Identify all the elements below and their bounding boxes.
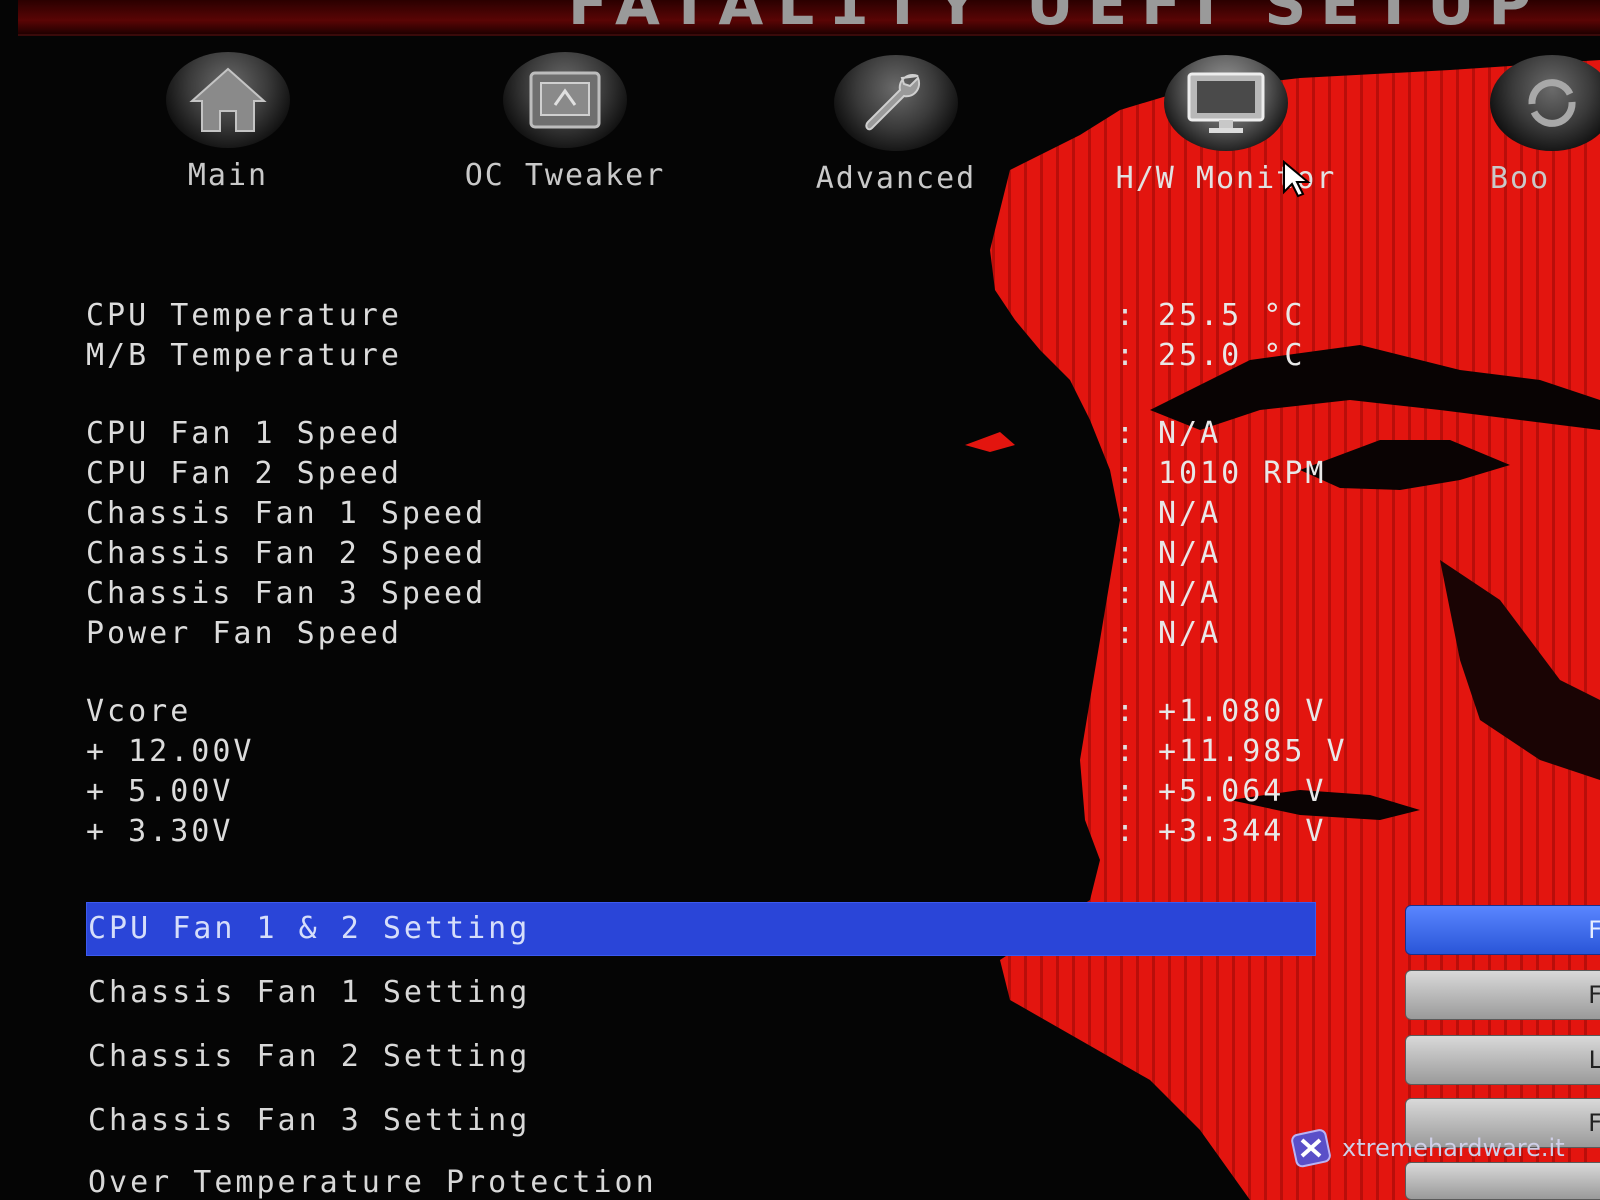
setting-cpu-fan-1-2[interactable]: CPU Fan 1 & 2 Setting <box>86 902 1316 956</box>
row-separator: : <box>1116 416 1138 451</box>
oc-tweaker-icon <box>503 52 627 148</box>
row-value: 25.0 °C <box>1158 338 1306 373</box>
side-button-glyph: F <box>1588 1109 1600 1137</box>
row-label: Power Fan Speed <box>86 616 402 651</box>
row-value: +11.985 V <box>1158 734 1348 769</box>
row-value: N/A <box>1158 496 1222 531</box>
row-value: N/A <box>1158 416 1222 451</box>
row-separator: : <box>1116 814 1138 849</box>
side-button-glyph: F <box>1588 916 1600 944</box>
row-separator: : <box>1116 338 1138 373</box>
tab-oc-tweaker-label: OC Tweaker <box>464 158 666 193</box>
monitor-row-cpu-temperature: CPU Temperature : 25.5 °C <box>86 298 1386 334</box>
tab-oc-tweaker[interactable]: OC Tweaker <box>460 52 670 193</box>
row-label: + 3.30V <box>86 814 234 849</box>
tab-main-label: Main <box>187 158 269 193</box>
row-separator: : <box>1116 496 1138 531</box>
row-separator: : <box>1116 298 1138 333</box>
row-value: 25.5 °C <box>1158 298 1306 333</box>
monitor-row-3v3: + 3.30V : +3.344 V <box>86 814 1386 850</box>
row-separator: : <box>1116 694 1138 729</box>
setting-over-temperature-protection[interactable]: Over Temperature Protection <box>86 1156 1316 1200</box>
setting-chassis-fan-3[interactable]: Chassis Fan 3 Setting <box>86 1094 1316 1148</box>
title-bar: FATAL1TY UEFI SETUP <box>18 0 1600 36</box>
watermark-text: xtremehardware.it <box>1342 1134 1565 1162</box>
monitor-row-cpu-fan-1: CPU Fan 1 Speed : N/A <box>86 416 1386 452</box>
row-label: CPU Fan 1 Speed <box>86 416 402 451</box>
tab-advanced-label: Advanced <box>815 161 977 196</box>
row-label: + 12.00V <box>86 734 255 769</box>
row-label: + 5.00V <box>86 774 234 809</box>
row-label: CPU Fan 2 Speed <box>86 456 402 491</box>
monitor-row-power-fan: Power Fan Speed : N/A <box>86 616 1386 652</box>
side-button-glyph: F <box>1588 981 1600 1009</box>
monitor-row-12v: + 12.00V : +11.985 V <box>86 734 1386 770</box>
row-label: Chassis Fan 3 Speed <box>86 576 487 611</box>
side-button-glyph: L <box>1588 1046 1600 1074</box>
monitor-row-5v: + 5.00V : +5.064 V <box>86 774 1386 810</box>
setting-chassis-fan-2[interactable]: Chassis Fan 2 Setting <box>86 1030 1316 1084</box>
row-separator: : <box>1116 456 1138 491</box>
row-value: +1.080 V <box>1158 694 1327 729</box>
row-separator: : <box>1116 576 1138 611</box>
bios-screen: FATAL1TY UEFI SETUP Main OC Tweaker Adva… <box>0 0 1600 1200</box>
monitor-row-cpu-fan-2: CPU Fan 2 Speed : 1010 RPM <box>86 456 1386 492</box>
monitor-row-chassis-fan-2: Chassis Fan 2 Speed : N/A <box>86 536 1386 572</box>
monitor-row-vcore: Vcore : +1.080 V <box>86 694 1386 730</box>
tab-main[interactable]: Main <box>166 52 290 193</box>
mouse-cursor-icon <box>1283 160 1311 198</box>
side-button-3[interactable]: L <box>1405 1035 1600 1085</box>
boot-icon <box>1490 55 1600 151</box>
row-label: Vcore <box>86 694 192 729</box>
row-label: Chassis Fan 1 Speed <box>86 496 487 531</box>
monitor-row-mb-temperature: M/B Temperature : 25.0 °C <box>86 338 1386 374</box>
setting-chassis-fan-1[interactable]: Chassis Fan 1 Setting <box>86 966 1316 1020</box>
row-value: N/A <box>1158 616 1222 651</box>
row-label: M/B Temperature <box>86 338 402 373</box>
row-separator: : <box>1116 734 1138 769</box>
side-button-2[interactable]: F <box>1405 970 1600 1020</box>
home-icon <box>166 52 290 148</box>
watermark: xtremehardware.it <box>1290 1128 1565 1168</box>
row-label: CPU Temperature <box>86 298 402 333</box>
page-title: FATAL1TY UEFI SETUP <box>568 0 1546 36</box>
monitor-icon <box>1164 55 1288 151</box>
row-label: Chassis Fan 2 Speed <box>86 536 487 571</box>
row-value: N/A <box>1158 576 1222 611</box>
monitor-row-chassis-fan-3: Chassis Fan 3 Speed : N/A <box>86 576 1386 612</box>
row-value: +5.064 V <box>1158 774 1327 809</box>
tab-boot-label: Boo <box>1490 161 1551 196</box>
monitor-row-chassis-fan-1: Chassis Fan 1 Speed : N/A <box>86 496 1386 532</box>
row-value: 1010 RPM <box>1158 456 1327 491</box>
tab-advanced[interactable]: Advanced <box>806 55 986 196</box>
side-button-1[interactable]: F <box>1405 905 1600 955</box>
watermark-logo-icon <box>1291 1129 1331 1168</box>
row-separator: : <box>1116 774 1138 809</box>
row-value: N/A <box>1158 536 1222 571</box>
row-value: +3.344 V <box>1158 814 1327 849</box>
tab-boot[interactable]: Boo <box>1490 55 1600 196</box>
row-separator: : <box>1116 536 1138 571</box>
wrench-icon <box>834 55 958 151</box>
row-separator: : <box>1116 616 1138 651</box>
